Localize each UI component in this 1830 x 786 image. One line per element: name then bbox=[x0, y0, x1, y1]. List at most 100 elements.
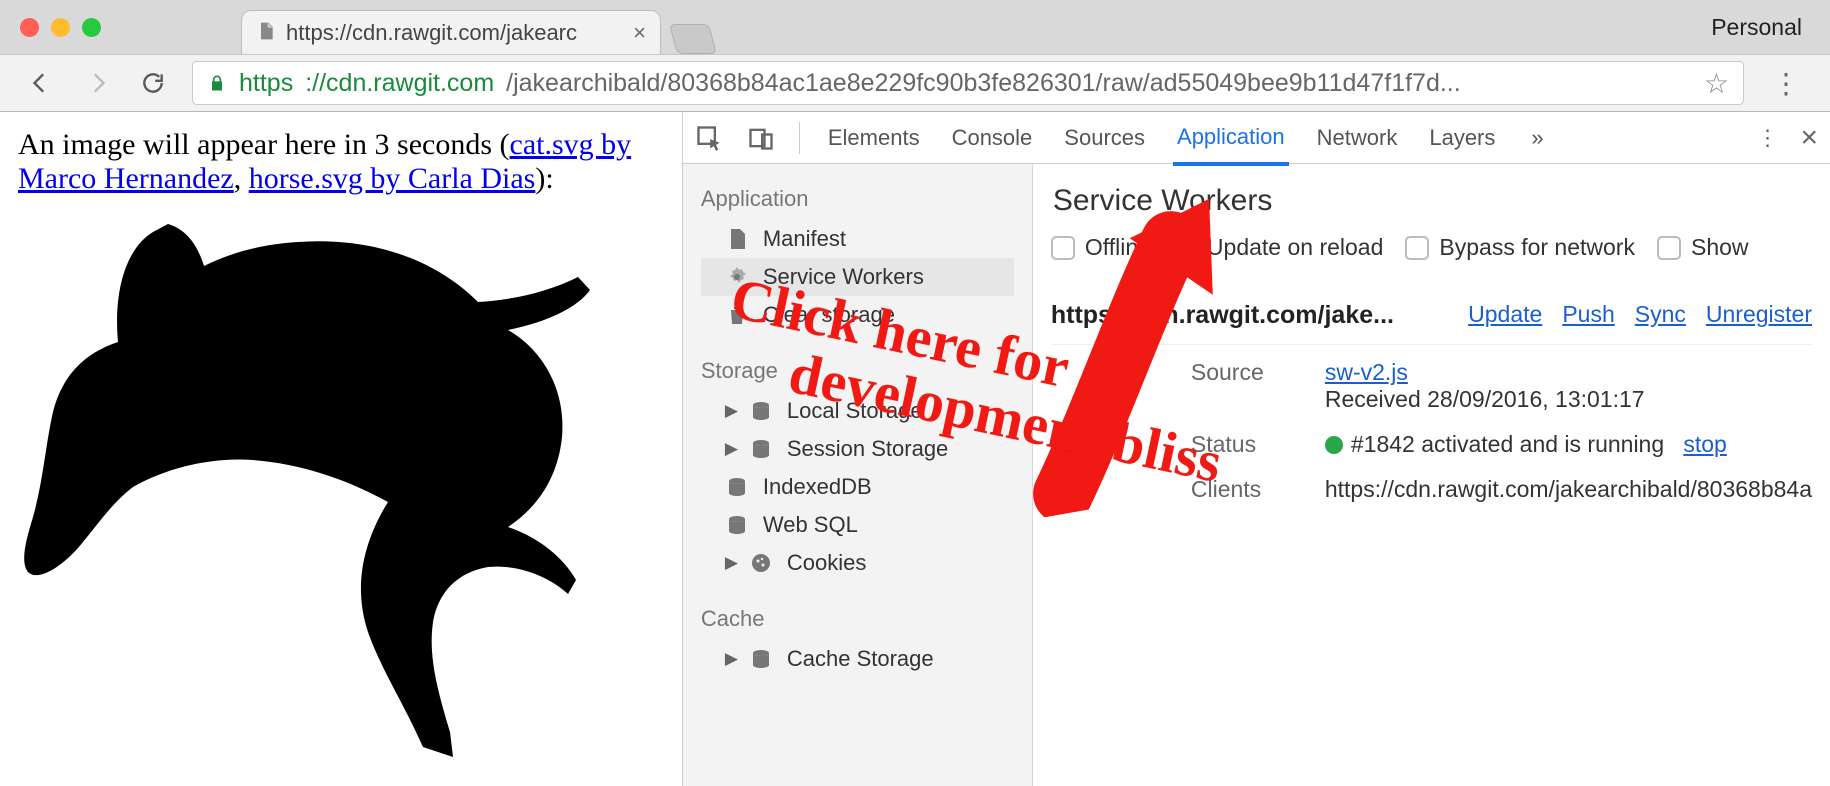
devtools-tab-elements[interactable]: Elements bbox=[824, 113, 924, 163]
manifest-icon bbox=[725, 227, 749, 251]
url-scheme: https bbox=[239, 69, 293, 98]
browser-tab[interactable]: https://cdn.rawgit.com/jakearc × bbox=[241, 10, 661, 54]
sidebar-item-label: Web SQL bbox=[763, 512, 858, 538]
trash-icon bbox=[725, 303, 749, 327]
content-area: An image will appear here in 3 seconds (… bbox=[0, 112, 1830, 786]
sidebar-item-session-storage[interactable]: ▶ Session Storage bbox=[701, 430, 1014, 468]
sw-status-label: Status bbox=[1191, 431, 1311, 458]
db-icon bbox=[749, 647, 773, 671]
sw-option-show[interactable]: Show bbox=[1657, 234, 1749, 261]
sidebar-item-label: IndexedDB bbox=[763, 474, 872, 500]
sidebar-item-clear-storage[interactable]: Clear storage bbox=[701, 296, 1014, 334]
page-intro: An image will appear here in 3 seconds (… bbox=[18, 128, 664, 196]
sw-origin: https://cdn.rawgit.com/jake... bbox=[1051, 301, 1394, 330]
sidebar-item-service-workers[interactable]: Service Workers bbox=[701, 258, 1014, 296]
sidebar-group-title: Application bbox=[701, 180, 1014, 220]
devtools-tab-network[interactable]: Network bbox=[1313, 113, 1402, 163]
checkbox-icon: ✓ bbox=[1173, 236, 1197, 260]
sidebar-item-label: Cookies bbox=[787, 550, 866, 576]
sw-stop-link[interactable]: stop bbox=[1683, 431, 1726, 457]
devtools-tab-layers[interactable]: Layers bbox=[1425, 113, 1499, 163]
sw-action-unregister[interactable]: Unregister bbox=[1706, 301, 1812, 330]
sw-action-links: Update Push Sync Unregister bbox=[1468, 301, 1812, 330]
back-button[interactable] bbox=[24, 66, 58, 100]
tab-title: https://cdn.rawgit.com/jakearc bbox=[286, 20, 577, 46]
sw-clients-text: https://cdn.rawgit.com/jakearchibald/803… bbox=[1325, 476, 1812, 503]
checkbox-icon bbox=[1657, 236, 1681, 260]
rendered-page: An image will appear here in 3 seconds (… bbox=[0, 112, 682, 786]
reload-button[interactable] bbox=[136, 66, 170, 100]
url-host: ://cdn.rawgit.com bbox=[305, 69, 494, 98]
page-text: ): bbox=[535, 162, 553, 195]
sidebar-item-label: Cache Storage bbox=[787, 646, 934, 672]
sidebar-item-cookies[interactable]: ▶ Cookies bbox=[701, 544, 1014, 582]
disclosure-triangle-icon: ▶ bbox=[725, 649, 739, 669]
lock-icon bbox=[207, 71, 227, 95]
device-toolbar-icon[interactable] bbox=[747, 124, 775, 152]
devtools-tab-sources[interactable]: Sources bbox=[1060, 113, 1149, 163]
db-icon bbox=[725, 513, 749, 537]
new-tab-button[interactable] bbox=[669, 24, 717, 54]
sw-option-label: Offline bbox=[1085, 234, 1151, 261]
sw-option-bypass-for-network[interactable]: Bypass for network bbox=[1405, 234, 1635, 261]
separator bbox=[799, 122, 800, 154]
sidebar-item-label: Clear storage bbox=[763, 302, 895, 328]
maximize-window-button[interactable] bbox=[82, 18, 101, 37]
window-titlebar: https://cdn.rawgit.com/jakearc × Persona… bbox=[0, 0, 1830, 54]
sidebar-item-indexeddb[interactable]: IndexedDB bbox=[701, 468, 1014, 506]
devtools-tabstrip: Elements Console Sources Application Network… bbox=[683, 112, 1830, 164]
inspect-element-icon[interactable] bbox=[695, 124, 723, 152]
file-icon bbox=[256, 21, 276, 45]
sidebar-item-label: Manifest bbox=[763, 226, 846, 252]
browser-toolbar: https://cdn.rawgit.com/jakearchibald/803… bbox=[0, 54, 1830, 112]
tab-close-button[interactable]: × bbox=[633, 20, 646, 46]
close-window-button[interactable] bbox=[20, 18, 39, 37]
gear-icon bbox=[725, 265, 749, 289]
disclosure-triangle-icon: ▶ bbox=[725, 439, 739, 459]
page-text: , bbox=[234, 162, 249, 195]
sw-option-label: Bypass for network bbox=[1439, 234, 1635, 261]
sidebar-item-label: Local Storage bbox=[787, 398, 923, 424]
address-bar[interactable]: https://cdn.rawgit.com/jakearchibald/803… bbox=[192, 61, 1744, 105]
sw-option-update-on-reload[interactable]: ✓ Update on reload bbox=[1173, 234, 1383, 261]
sidebar-item-local-storage[interactable]: ▶ Local Storage bbox=[701, 392, 1014, 430]
sidebar-group-title: Cache bbox=[701, 600, 1014, 640]
sw-action-sync[interactable]: Sync bbox=[1635, 301, 1686, 330]
devtools-sidebar: Application Manifest Service Workers Clear … bbox=[683, 164, 1033, 786]
checkbox-icon bbox=[1051, 236, 1075, 260]
browser-menu-button[interactable]: ⋮ bbox=[1766, 67, 1806, 100]
sidebar-group-title: Storage bbox=[701, 352, 1014, 392]
checkbox-icon bbox=[1405, 236, 1429, 260]
link-horse-svg[interactable]: horse.svg by Carla Dias bbox=[249, 162, 536, 195]
sw-source-link[interactable]: sw-v2.js bbox=[1325, 359, 1408, 385]
db-icon bbox=[749, 437, 773, 461]
sw-options-row: Offline ✓ Update on reload Bypass for netwo… bbox=[1051, 234, 1812, 261]
status-dot-icon bbox=[1325, 436, 1343, 454]
disclosure-triangle-icon: ▶ bbox=[725, 553, 739, 573]
cookie-icon bbox=[749, 551, 773, 575]
devtools-menu-icon[interactable]: ⋮ bbox=[1756, 125, 1778, 151]
service-workers-pane: Service Workers Offline✓Update on reload… bbox=[1033, 164, 1830, 786]
devtools-tab-application[interactable]: Application bbox=[1173, 112, 1289, 166]
sidebar-item-label: Session Storage bbox=[787, 436, 948, 462]
bookmark-star-icon[interactable]: ☆ bbox=[1704, 67, 1729, 100]
page-text: An image will appear here in 3 seconds ( bbox=[18, 128, 510, 161]
sidebar-item-cache-storage[interactable]: ▶ Cache Storage bbox=[701, 640, 1014, 678]
sw-action-push[interactable]: Push bbox=[1562, 301, 1614, 330]
sw-clients-label: Clients bbox=[1191, 476, 1311, 503]
disclosure-triangle-icon: ▶ bbox=[725, 401, 739, 421]
sw-received-text: Received 28/09/2016, 13:01:17 bbox=[1325, 386, 1645, 412]
minimize-window-button[interactable] bbox=[51, 18, 70, 37]
profile-label[interactable]: Personal bbox=[1711, 14, 1802, 41]
forward-button[interactable] bbox=[80, 66, 114, 100]
sw-option-offline[interactable]: Offline bbox=[1051, 234, 1151, 261]
sw-action-update[interactable]: Update bbox=[1468, 301, 1542, 330]
sidebar-item-web-sql[interactable]: Web SQL bbox=[701, 506, 1014, 544]
sidebar-item-manifest[interactable]: Manifest bbox=[701, 220, 1014, 258]
sw-option-label: Update on reload bbox=[1207, 234, 1383, 261]
db-icon bbox=[725, 475, 749, 499]
devtools-tabs-overflow[interactable]: » bbox=[1527, 113, 1547, 163]
tab-strip: https://cdn.rawgit.com/jakearc × bbox=[241, 0, 1711, 54]
devtools-tab-console[interactable]: Console bbox=[948, 113, 1037, 163]
devtools-close-button[interactable]: × bbox=[1800, 121, 1818, 155]
